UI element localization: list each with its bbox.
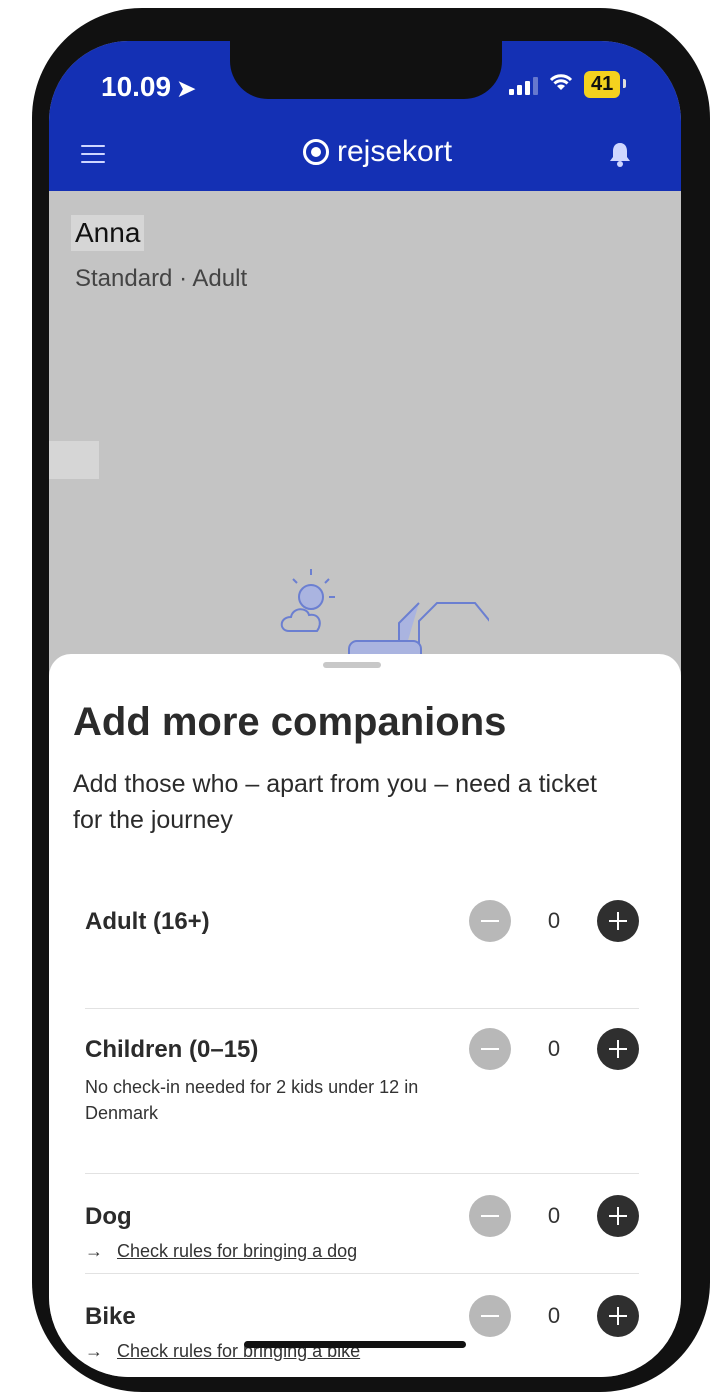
brand-name: rejsekort xyxy=(337,135,453,168)
sheet-title: Add more companions xyxy=(73,700,507,744)
rejsekort-logo-icon xyxy=(303,139,329,165)
status-time-label: 10.09 xyxy=(101,71,172,102)
sheet-description: Add those who – apart from you – need a … xyxy=(73,770,597,834)
brand-logo: rejsekort xyxy=(303,135,452,169)
sheet-handle[interactable] xyxy=(323,662,381,668)
arrow-right-icon: → xyxy=(85,1241,103,1261)
companion-label: Bike xyxy=(85,1303,136,1330)
adult-stepper: 0 xyxy=(469,900,639,942)
dog-rules-link[interactable]: Check rules for bringing a dog xyxy=(117,1241,357,1261)
companion-label: Dog xyxy=(85,1203,132,1230)
battery-icon: 41 xyxy=(584,71,627,98)
plus-icon[interactable] xyxy=(597,1028,639,1070)
home-indicator[interactable] xyxy=(244,1341,466,1348)
companion-count: 0 xyxy=(547,1303,561,1328)
status-time: 10.09 ➤ xyxy=(101,71,196,103)
dog-rules-link-row: → Check rules for bringing a dog xyxy=(85,1241,357,1262)
minus-icon[interactable] xyxy=(469,1028,511,1070)
menu-icon[interactable] xyxy=(81,145,105,163)
bike-stepper: 0 xyxy=(469,1295,639,1337)
screen: 10.09 ➤ 41 rejsekort Anna Standard · Adu… xyxy=(49,41,681,1377)
wifi-icon xyxy=(548,72,574,98)
notch xyxy=(230,41,502,99)
signal-icon xyxy=(509,75,538,95)
plus-icon[interactable] xyxy=(597,1295,639,1337)
minus-icon[interactable] xyxy=(469,900,511,942)
companion-row-children: Children (0–15) No check-in needed for 2… xyxy=(85,1008,639,1174)
minus-icon[interactable] xyxy=(469,1295,511,1337)
companions-sheet: Add more companions Add those who – apar… xyxy=(49,654,681,1377)
minus-icon[interactable] xyxy=(469,1195,511,1237)
status-icons: 41 xyxy=(509,71,627,98)
plus-icon[interactable] xyxy=(597,1195,639,1237)
dog-stepper: 0 xyxy=(469,1195,639,1237)
phone-frame: 10.09 ➤ 41 rejsekort Anna Standard · Adu… xyxy=(32,8,710,1392)
profile-subtitle: Standard · Adult xyxy=(75,265,248,292)
bell-icon[interactable] xyxy=(609,141,631,167)
companion-label: Adult (16+) xyxy=(85,908,210,935)
companion-row-bike: Bike → Check rules for bringing a bike 0 xyxy=(85,1273,639,1377)
children-stepper: 0 xyxy=(469,1028,639,1070)
companion-count: 0 xyxy=(547,908,561,933)
arrow-right-icon: → xyxy=(85,1341,103,1361)
companion-row-adult: Adult (16+) 0 xyxy=(85,890,639,1009)
profile-name: Anna xyxy=(71,215,145,251)
companion-count: 0 xyxy=(547,1036,561,1061)
plus-icon[interactable] xyxy=(597,900,639,942)
companion-note: No check-in needed for 2 kids under 12 i… xyxy=(85,1077,419,1123)
placeholder-block xyxy=(49,441,99,479)
location-arrow-icon: ➤ xyxy=(177,76,196,101)
companion-row-dog: Dog → Check rules for bringing a dog 0 xyxy=(85,1173,639,1274)
companion-label: Children (0–15) xyxy=(85,1036,259,1063)
companion-count: 0 xyxy=(547,1203,561,1228)
top-bar: 10.09 ➤ 41 rejsekort xyxy=(49,41,681,191)
